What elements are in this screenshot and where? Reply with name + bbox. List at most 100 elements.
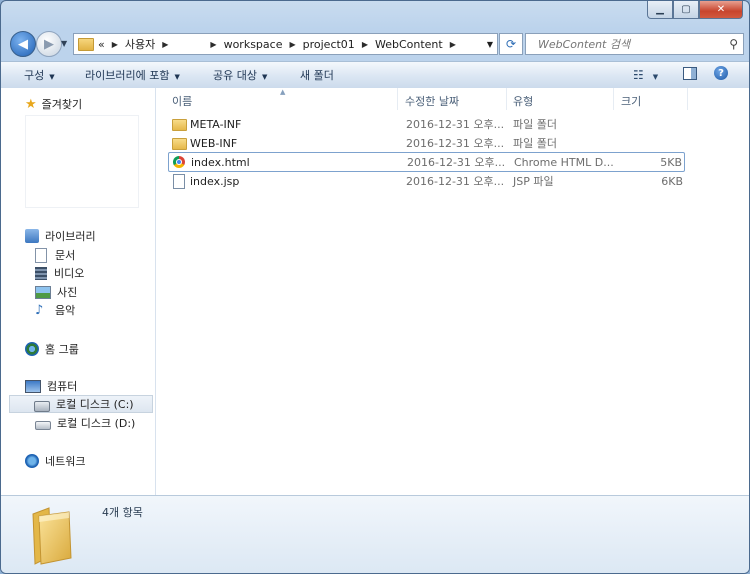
chevron-right-icon[interactable]: ▶ [210, 40, 216, 49]
chevron-right-icon[interactable]: ▶ [362, 40, 368, 49]
sidebar-item-label: 문서 [55, 249, 76, 262]
include-library-label: 라이브러리에 포함 [85, 69, 170, 82]
breadcrumb-item-users[interactable]: 사용자 [125, 36, 155, 52]
sidebar-item-label: 사진 [57, 286, 78, 299]
library-icon [25, 229, 39, 243]
breadcrumb-item-webcontent[interactable]: WebContent [375, 38, 443, 51]
sidebar-item-documents[interactable]: 문서 [35, 246, 75, 264]
file-list-pane: ▲ 이름 수정한 날짜 유형 크기 META-INF 2016-12-31 오후… [156, 88, 749, 495]
breadcrumb-overflow[interactable]: « [98, 38, 105, 51]
view-list-icon: ☷ [633, 68, 644, 82]
new-folder-button[interactable]: 새 폴더 [300, 67, 334, 83]
computer-icon [25, 379, 41, 393]
chevron-right-icon[interactable]: ▶ [112, 40, 118, 49]
chevron-right-icon[interactable]: ▶ [289, 40, 295, 49]
sidebar-item-label: 로컬 디스크 (D:) [57, 417, 136, 430]
picture-icon [35, 285, 51, 299]
sidebar-item-label: 컴퓨터 [47, 380, 78, 393]
refresh-button[interactable]: ⟳ [499, 33, 523, 55]
minimize-button[interactable]: ▁ [647, 1, 673, 19]
sidebar-item-music[interactable]: ♪ 음악 [35, 301, 75, 319]
sidebar-item-drive-d[interactable]: 로컬 디스크 (D:) [35, 414, 135, 432]
file-size: 6KB [661, 174, 683, 188]
caret-down-icon: ▼ [261, 73, 268, 81]
sidebar-item-drive-c[interactable]: 로컬 디스크 (C:) [9, 395, 153, 413]
search-icon[interactable]: ⚲ [729, 37, 738, 51]
maximize-button[interactable]: ▢ [673, 1, 699, 19]
preview-pane-icon[interactable] [683, 67, 697, 80]
sidebar-item-label: 음악 [55, 304, 76, 317]
help-icon[interactable]: ? [714, 66, 728, 80]
homegroup-icon [25, 342, 39, 356]
column-header-type[interactable]: 유형 [513, 91, 533, 111]
include-in-library-button[interactable]: 라이브러리에 포함 ▼ [85, 67, 180, 83]
caret-down-icon: ▼ [174, 73, 180, 81]
file-name: WEB-INF [190, 136, 238, 150]
sidebar-item-favorites[interactable]: ★ 즐겨찾기 [25, 95, 82, 113]
breadcrumb-item-redacted[interactable] [175, 37, 204, 51]
file-type: 파일 폴더 [513, 137, 557, 150]
view-options-button[interactable]: ☷ ▼ [633, 68, 658, 82]
window-controls: ▁ ▢ ✕ [647, 1, 743, 19]
music-note-icon: ♪ [35, 302, 44, 318]
file-type: 파일 폴더 [513, 118, 557, 131]
search-box[interactable]: ⚲ [525, 33, 744, 55]
file-type: Chrome HTML D... [514, 155, 614, 169]
address-bar[interactable]: « ▶ 사용자 ▶ ▶ workspace ▶ project01 ▶ WebC… [73, 33, 498, 55]
file-date: 2016-12-31 오후... [407, 156, 506, 169]
details-pane: 4개 항목 [1, 495, 749, 573]
folder-icon [78, 37, 94, 51]
address-dropdown-icon[interactable]: ▼ [487, 40, 493, 49]
column-divider[interactable] [506, 88, 507, 110]
chevron-right-icon[interactable]: ▶ [162, 40, 168, 49]
sidebar-item-label: 즐겨찾기 [41, 98, 83, 111]
chrome-icon [173, 156, 185, 168]
column-divider[interactable] [613, 88, 614, 110]
breadcrumb: « ▶ 사용자 ▶ ▶ workspace ▶ project01 ▶ WebC… [98, 36, 463, 52]
share-label: 공유 대상 [213, 69, 257, 82]
sidebar-item-computer[interactable]: 컴퓨터 [25, 377, 77, 395]
column-header-size[interactable]: 크기 [621, 91, 641, 111]
file-size: 5KB [660, 155, 682, 169]
file-type: JSP 파일 [513, 175, 554, 188]
file-row[interactable]: index.jsp 2016-12-31 오후... JSP 파일 6KB [168, 172, 683, 190]
video-icon [35, 266, 47, 280]
document-icon [173, 174, 185, 189]
file-row[interactable]: index.html 2016-12-31 오후... Chrome HTML … [168, 152, 685, 172]
column-divider[interactable] [687, 88, 688, 110]
chevron-right-icon[interactable]: ▶ [450, 40, 456, 49]
sidebar-item-label: 로컬 디스크 (C:) [56, 398, 134, 411]
navigation-pane: ★ 즐겨찾기 라이브러리 문서 비디오 사진 ♪ 음악 홈 그룹 컴퓨터 로컬 … [1, 88, 156, 495]
navigation-bar: ◀ ▶ ▼ « ▶ 사용자 ▶ ▶ workspace ▶ project01 … [1, 28, 749, 60]
folder-icon [172, 138, 187, 150]
file-date: 2016-12-31 오후... [406, 175, 505, 188]
folder-icon [32, 507, 72, 565]
breadcrumb-item-project01[interactable]: project01 [303, 38, 355, 51]
file-row[interactable]: WEB-INF 2016-12-31 오후... 파일 폴더 [168, 134, 683, 152]
history-dropdown-icon[interactable]: ▼ [61, 39, 67, 48]
favorites-list-area [25, 115, 139, 208]
breadcrumb-item-workspace[interactable]: workspace [224, 38, 283, 51]
file-name: META-INF [190, 117, 242, 131]
drive-d-icon [35, 420, 51, 430]
explorer-window: ▁ ▢ ✕ ◀ ▶ ▼ « ▶ 사용자 ▶ ▶ workspace ▶ proj… [0, 0, 750, 574]
drive-c-icon [34, 400, 50, 412]
back-button[interactable]: ◀ [10, 31, 36, 57]
sidebar-item-pictures[interactable]: 사진 [35, 283, 77, 301]
sidebar-item-network[interactable]: 네트워크 [25, 452, 85, 470]
file-row[interactable]: META-INF 2016-12-31 오후... 파일 폴더 [168, 115, 683, 133]
sidebar-item-homegroup[interactable]: 홈 그룹 [25, 340, 79, 358]
organize-button[interactable]: 구성 ▼ [24, 67, 55, 83]
sidebar-item-libraries[interactable]: 라이브러리 [25, 227, 96, 245]
column-header-name[interactable]: 이름 [172, 91, 192, 111]
folder-icon [172, 119, 187, 131]
forward-button[interactable]: ▶ [36, 31, 62, 57]
close-button[interactable]: ✕ [699, 1, 743, 19]
file-name: index.html [191, 155, 250, 169]
sidebar-item-videos[interactable]: 비디오 [35, 264, 84, 282]
column-divider[interactable] [397, 88, 398, 110]
caret-down-icon: ▼ [652, 73, 659, 81]
search-input[interactable] [536, 36, 720, 52]
share-with-button[interactable]: 공유 대상 ▼ [213, 67, 267, 83]
column-header-modified[interactable]: 수정한 날짜 [405, 91, 459, 111]
